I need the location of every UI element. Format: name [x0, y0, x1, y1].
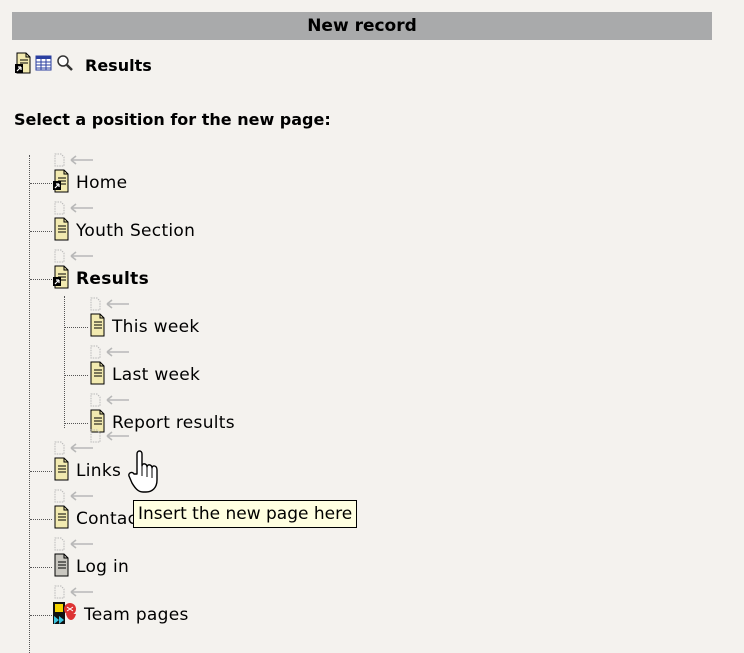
panel-header: New record	[12, 12, 712, 40]
tree-connector-line	[30, 231, 52, 232]
magnifier-icon[interactable]	[56, 54, 74, 76]
tree-connector-line	[30, 183, 52, 184]
current-record-row: Results	[14, 52, 152, 78]
tree-node-label: This week	[112, 317, 200, 337]
tooltip: Insert the new page here	[133, 500, 358, 528]
tree-node: Team pages	[52, 600, 189, 630]
tree-node-label: Results	[76, 269, 150, 289]
insert-position-marker[interactable]	[88, 297, 130, 311]
tree-node: Contact	[52, 504, 144, 534]
tree-connector-line	[65, 423, 88, 424]
insert-position-marker[interactable]	[52, 537, 94, 551]
tree-node: This week	[88, 312, 200, 342]
tree-connector-line	[30, 519, 52, 520]
tree-node: Home	[52, 168, 127, 198]
tree-node: Links	[52, 456, 121, 486]
tree-connector-line	[30, 567, 52, 568]
tree-connector-line	[65, 327, 88, 328]
insert-position-marker[interactable]	[52, 489, 94, 503]
insert-position-marker[interactable]	[52, 441, 94, 455]
insert-position-marker[interactable]	[52, 153, 94, 167]
insert-position-marker[interactable]	[88, 345, 130, 359]
page-icon	[52, 505, 70, 533]
shortcut-page-icon	[52, 169, 70, 197]
tree-connector-line	[30, 471, 52, 472]
tree-node: Last week	[88, 360, 200, 390]
tree-node-label: Team pages	[84, 605, 189, 625]
insert-position-marker[interactable]	[88, 393, 130, 407]
insert-position-marker-hovered[interactable]	[88, 429, 130, 443]
tree-node-label: Last week	[112, 365, 201, 385]
tree-connector-line	[30, 279, 52, 280]
instruction-text: Select a position for the new page:	[14, 110, 331, 129]
tree-node-label: Log in	[76, 557, 130, 577]
tree-node-label: Youth Section	[76, 221, 196, 241]
tree-node: Results	[52, 264, 149, 294]
tree-node-label: Links	[76, 461, 122, 481]
tree-connector-line	[65, 375, 88, 376]
mountpoint-page-icon	[52, 600, 78, 630]
panel-header-title: New record	[307, 16, 417, 36]
login-page-icon	[52, 553, 70, 581]
page-icon	[52, 457, 70, 485]
shortcut-page-icon	[52, 265, 70, 293]
tree-node-label: Home	[76, 173, 128, 193]
tree-guide-line	[64, 296, 65, 428]
tree-guide-line	[29, 155, 30, 653]
tree-node: Log in	[52, 552, 129, 582]
insert-position-marker[interactable]	[52, 201, 94, 215]
tree-node: Youth Section	[52, 216, 195, 246]
page-icon	[88, 313, 106, 341]
insert-position-marker[interactable]	[52, 585, 94, 599]
current-record-title: Results	[85, 55, 152, 75]
insert-position-marker[interactable]	[52, 249, 94, 263]
list-view-icon[interactable]	[35, 54, 53, 76]
tree-node-label: Report results	[112, 413, 235, 433]
page-icon	[52, 217, 70, 245]
hand-cursor-icon	[128, 448, 162, 498]
page-icon	[88, 361, 106, 389]
tree-connector-line	[30, 615, 52, 616]
shortcut-page-icon	[14, 52, 32, 78]
